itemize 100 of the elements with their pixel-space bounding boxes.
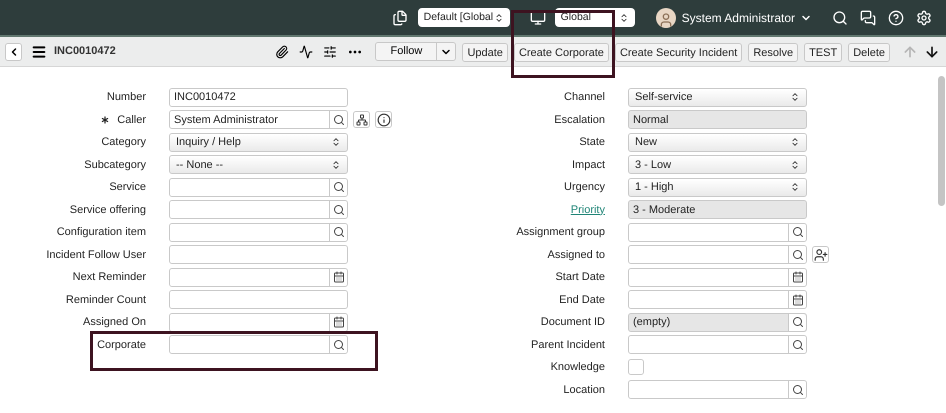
text-field[interactable]: [169, 290, 348, 310]
field-label: Subcategory: [84, 158, 146, 172]
lookup-button[interactable]: [788, 381, 806, 398]
select-field[interactable]: 1 - High: [628, 178, 807, 197]
field-label: Document ID: [540, 315, 605, 330]
field-action-button[interactable]: [812, 246, 829, 264]
field-label: Assignment group: [516, 225, 605, 240]
select-field[interactable]: New: [628, 132, 807, 152]
documents-icon[interactable]: [392, 10, 408, 26]
paperclip-icon[interactable]: [275, 44, 290, 58]
action-button[interactable]: Update: [462, 43, 508, 62]
action-button[interactable]: Create Security Incident: [614, 43, 742, 62]
search-icon: [792, 384, 804, 396]
lookup-button[interactable]: [329, 336, 347, 354]
select-arrows-icon: [790, 137, 800, 148]
select-field[interactable]: Self-service: [628, 88, 807, 107]
reference-field[interactable]: [169, 222, 348, 242]
readonly-field: 3 - Moderate: [628, 200, 807, 220]
field-label: Location: [563, 382, 605, 398]
follow-menu-button[interactable]: [437, 42, 456, 61]
select-field[interactable]: 3 - Low: [628, 155, 807, 174]
action-button[interactable]: Create Corporate: [514, 43, 609, 62]
arrow-down-icon[interactable]: [924, 44, 940, 60]
reference-field[interactable]: System Administrator: [169, 110, 348, 130]
settings-icon[interactable]: [916, 10, 932, 26]
reference-field[interactable]: [628, 335, 807, 354]
scrollbar[interactable]: [938, 76, 945, 206]
reference-field[interactable]: [628, 380, 807, 400]
text-field[interactable]: INC0010472: [169, 88, 348, 107]
date-field[interactable]: [169, 268, 348, 287]
action-button[interactable]: Resolve: [748, 43, 798, 62]
reference-field[interactable]: [628, 222, 807, 242]
field-label: Next Reminder: [72, 270, 146, 285]
field-action-button[interactable]: [375, 111, 392, 128]
select-arrows-icon: [331, 160, 341, 170]
calendar-button[interactable]: [788, 268, 806, 286]
lookup-button[interactable]: [788, 314, 806, 331]
reference-field[interactable]: [628, 245, 807, 264]
select-arrows-icon: [331, 137, 341, 148]
date-field[interactable]: [169, 312, 348, 332]
reference-field[interactable]: [169, 335, 348, 354]
field-label: End Date: [559, 292, 605, 308]
lookup-button[interactable]: [329, 178, 347, 196]
field-label: Urgency: [564, 180, 605, 195]
calendar-button[interactable]: [329, 314, 347, 331]
field-label: Reminder Count: [66, 292, 146, 308]
search-icon: [332, 204, 344, 216]
calendar-button[interactable]: [788, 291, 806, 308]
calendar-button[interactable]: [329, 268, 347, 286]
reference-field[interactable]: (empty): [628, 312, 807, 332]
field-label-link[interactable]: Priority: [570, 202, 605, 218]
lookup-button[interactable]: [329, 111, 347, 128]
search-icon: [792, 226, 804, 238]
lookup-button[interactable]: [329, 201, 347, 218]
date-field[interactable]: [628, 290, 807, 310]
search-icon: [332, 181, 344, 194]
calendar-icon: [332, 316, 344, 328]
date-field[interactable]: [628, 268, 807, 287]
field-label: Assigned On: [83, 315, 146, 330]
search-icon: [792, 316, 804, 328]
search-icon: [792, 248, 804, 261]
lookup-button[interactable]: [788, 224, 806, 241]
user-name[interactable]: System Administrator: [682, 8, 795, 26]
reference-field[interactable]: [169, 200, 348, 220]
record-number: INC0010472: [54, 44, 116, 60]
action-button[interactable]: Delete: [848, 43, 890, 62]
text-field[interactable]: [169, 245, 348, 264]
lookup-button[interactable]: [329, 224, 347, 241]
field-label: State: [579, 135, 605, 150]
menu-icon[interactable]: [31, 44, 47, 60]
select-field[interactable]: Inquiry / Help: [169, 132, 348, 152]
calendar-icon: [792, 294, 804, 306]
help-icon[interactable]: [888, 10, 904, 26]
calendar-icon: [792, 271, 804, 284]
field-action-button[interactable]: [353, 111, 370, 128]
select-arrows-icon: [790, 160, 800, 170]
reference-field[interactable]: [169, 178, 348, 197]
field-label: Start Date: [555, 270, 605, 285]
select-field[interactable]: Default [Global: [418, 8, 510, 27]
select-field[interactable]: -- None --: [169, 155, 348, 174]
sliders-icon[interactable]: [323, 44, 338, 58]
select-arrows-icon: [790, 182, 800, 192]
chat-icon[interactable]: [860, 10, 876, 26]
activity-icon[interactable]: [299, 44, 314, 58]
checkbox[interactable]: [628, 359, 644, 376]
field-label: Category: [101, 135, 146, 150]
follow-button[interactable]: Follow: [375, 42, 438, 61]
lookup-button[interactable]: [788, 246, 806, 264]
back-button[interactable]: [5, 42, 22, 60]
field-label: Channel: [564, 90, 605, 105]
select-arrows-icon: [618, 12, 629, 22]
search-icon[interactable]: [832, 10, 848, 26]
lookup-button[interactable]: [788, 336, 806, 354]
info-icon: [376, 112, 390, 127]
select-arrows-icon: [790, 92, 800, 102]
search-icon: [792, 338, 804, 351]
select-arrows-icon: [494, 12, 504, 22]
action-button[interactable]: TEST: [804, 43, 842, 62]
readonly-field: Normal: [628, 110, 807, 130]
avatar[interactable]: [656, 8, 676, 28]
